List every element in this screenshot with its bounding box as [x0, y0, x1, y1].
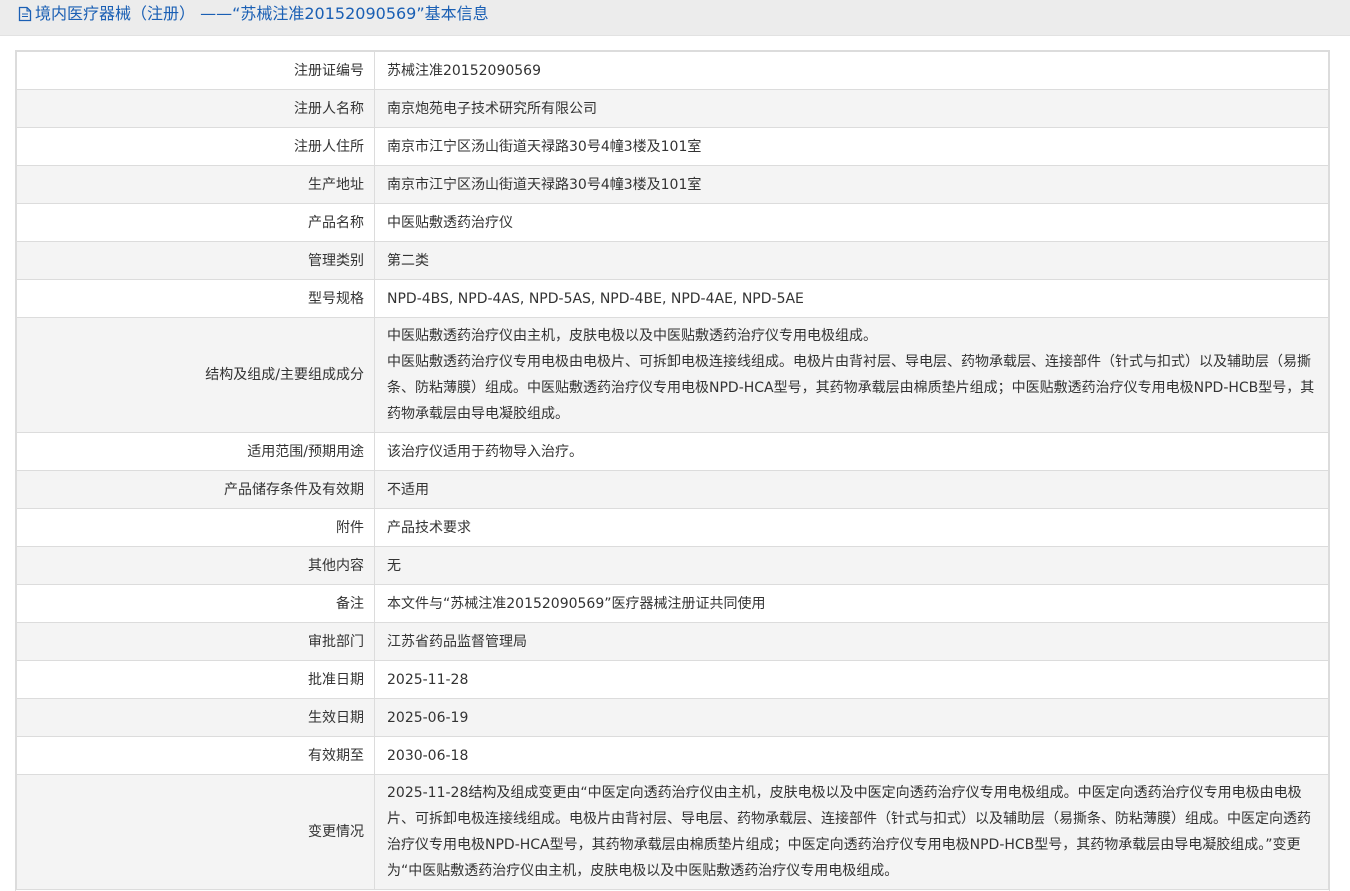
table-row: 生效日期 2025-06-19 [16, 698, 1329, 737]
field-label: 批准日期 [16, 660, 375, 699]
table-row: 适用范围/预期用途 该治疗仪适用于药物导入治疗。 [16, 432, 1329, 471]
field-label: 生产地址 [16, 165, 375, 204]
info-table: 注册证编号 苏械注准20152090569 注册人名称 南京炮苑电子技术研究所有限公司… [16, 51, 1329, 890]
field-value: 第二类 [374, 241, 1329, 280]
field-label: 管理类别 [16, 241, 375, 280]
field-value: 南京炮苑电子技术研究所有限公司 [374, 89, 1329, 128]
field-label: 有效期至 [16, 736, 375, 775]
table-row: 结构及组成/主要组成成分 中医贴敷透药治疗仪由主机，皮肤电极以及中医贴敷透药治疗仪… [16, 317, 1329, 433]
field-value: 2030-06-18 [374, 736, 1329, 775]
field-label: 附件 [16, 508, 375, 547]
field-value: 产品技术要求 [374, 508, 1329, 547]
field-label: 型号规格 [16, 279, 375, 318]
field-label: 结构及组成/主要组成成分 [16, 317, 375, 433]
table-row: 注册证编号 苏械注准20152090569 [16, 51, 1329, 90]
table-row: 产品名称 中医贴敷透药治疗仪 [16, 203, 1329, 242]
table-row: 管理类别 第二类 [16, 241, 1329, 280]
field-value: 该治疗仪适用于药物导入治疗。 [374, 432, 1329, 471]
field-label: 生效日期 [16, 698, 375, 737]
field-label: 注册人住所 [16, 127, 375, 166]
field-label: 备注 [16, 584, 375, 623]
table-row: 审批部门 江苏省药品监督管理局 [16, 622, 1329, 661]
field-value: 江苏省药品监督管理局 [374, 622, 1329, 661]
table-row: 注册人住所 南京市江宁区汤山街道天禄路30号4幢3楼及101室 [16, 127, 1329, 166]
table-row: 其他内容无 [16, 546, 1329, 585]
field-value: 2025-11-28结构及组成变更由“中医定向透药治疗仪由主机，皮肤电极以及中医… [374, 774, 1329, 890]
table-row: 注册人名称 南京炮苑电子技术研究所有限公司 [16, 89, 1329, 128]
page-title: 境内医疗器械（注册） ——“苏械注准20152090569”基本信息 [35, 4, 489, 23]
table-row: 产品储存条件及有效期 不适用 [16, 470, 1329, 509]
field-value: 中医贴敷透药治疗仪 [374, 203, 1329, 242]
info-panel: 注册证编号 苏械注准20152090569 注册人名称 南京炮苑电子技术研究所有限公司… [15, 50, 1330, 891]
field-value: NPD-4BS, NPD-4AS, NPD-5AS, NPD-4BE, NPD-… [374, 279, 1329, 318]
field-label: 产品储存条件及有效期 [16, 470, 375, 509]
field-label: 适用范围/预期用途 [16, 432, 375, 471]
table-row: 型号规格 NPD-4BS, NPD-4AS, NPD-5AS, NPD-4BE, … [16, 279, 1329, 318]
field-value: 不适用 [374, 470, 1329, 509]
field-label: 注册人名称 [16, 89, 375, 128]
field-value: 2025-06-19 [374, 698, 1329, 737]
field-label: 注册证编号 [16, 51, 375, 90]
field-value: 本文件与“苏械注准20152090569”医疗器械注册证共同使用 [374, 584, 1329, 623]
field-label: 其他内容 [16, 546, 375, 585]
page-header: 境内医疗器械（注册） ——“苏械注准20152090569”基本信息 [0, 0, 1350, 36]
field-value: 中医贴敷透药治疗仪由主机，皮肤电极以及中医贴敷透药治疗仪专用电极组成。 中医贴敷… [374, 317, 1329, 433]
field-label: 审批部门 [16, 622, 375, 661]
table-row: 有效期至 2030-06-18 [16, 736, 1329, 775]
document-icon [18, 6, 32, 22]
field-value: 2025-11-28 [374, 660, 1329, 699]
table-row: 生产地址 南京市江宁区汤山街道天禄路30号4幢3楼及101室 [16, 165, 1329, 204]
field-value: 无 [374, 546, 1329, 585]
field-label: 变更情况 [16, 774, 375, 890]
field-value: 南京市江宁区汤山街道天禄路30号4幢3楼及101室 [374, 165, 1329, 204]
table-row: 附件 产品技术要求 [16, 508, 1329, 547]
field-label: 产品名称 [16, 203, 375, 242]
field-value: 南京市江宁区汤山街道天禄路30号4幢3楼及101室 [374, 127, 1329, 166]
field-value: 苏械注准20152090569 [374, 51, 1329, 90]
table-row: 变更情况 2025-11-28结构及组成变更由“中医定向透药治疗仪由主机，皮肤电极… [16, 774, 1329, 890]
table-row: 备注 本文件与“苏械注准20152090569”医疗器械注册证共同使用 [16, 584, 1329, 623]
table-row: 批准日期 2025-11-28 [16, 660, 1329, 699]
